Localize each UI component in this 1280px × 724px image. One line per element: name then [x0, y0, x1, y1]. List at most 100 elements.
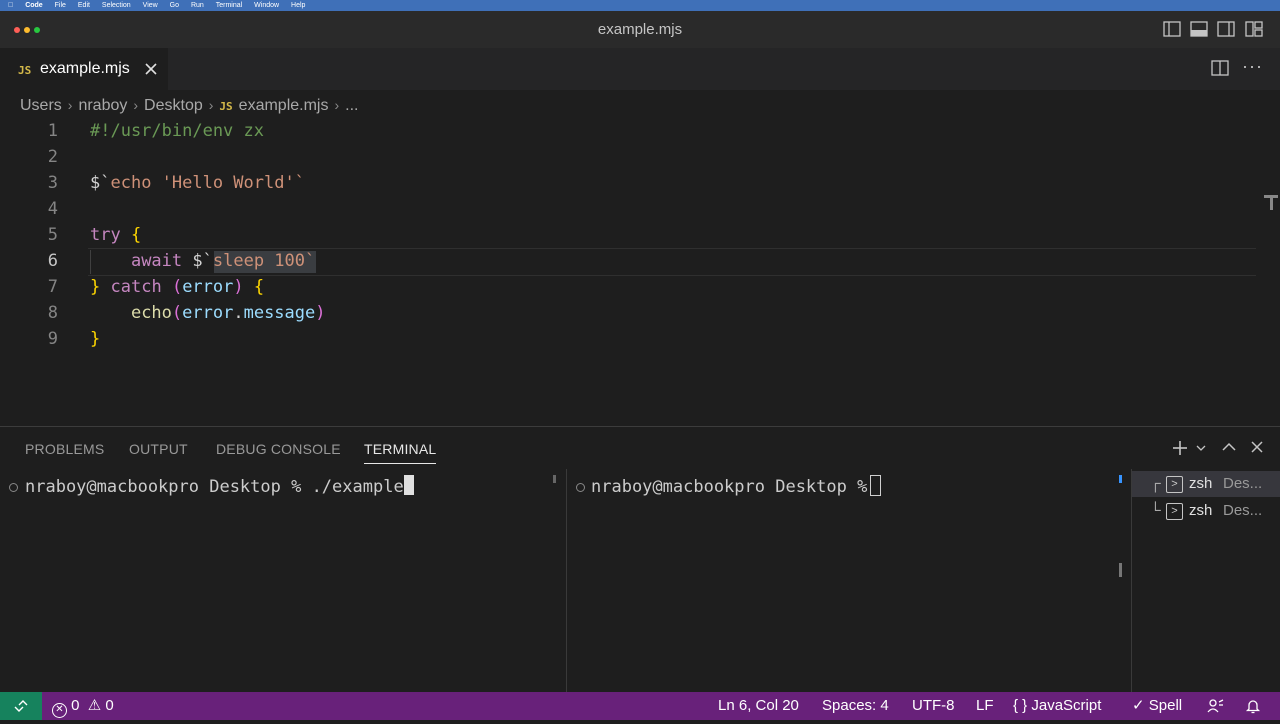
command-decoration-icon[interactable] — [576, 483, 585, 492]
line-number-active: 6 — [47, 251, 58, 271]
menu-help[interactable]: Help — [291, 2, 305, 9]
code-token: . — [233, 303, 244, 323]
shebang-comment: #!/usr/bin/env zx — [90, 121, 264, 141]
feedback-icon[interactable] — [1207, 698, 1225, 714]
code-token: } — [90, 329, 101, 349]
menu-go[interactable]: Go — [170, 2, 179, 9]
javascript-file-icon: JS — [18, 64, 32, 77]
code-token: echo — [130, 303, 172, 323]
javascript-file-icon: JS — [219, 100, 233, 113]
remote-indicator[interactable] — [0, 692, 42, 720]
close-tab-icon[interactable] — [145, 63, 157, 75]
code-token: message — [243, 303, 316, 323]
terminal-split-divider[interactable] — [566, 469, 567, 693]
new-terminal-plus-icon[interactable] — [1172, 440, 1188, 456]
menu-edit[interactable]: Edit — [78, 2, 90, 9]
terminal-name: zsh — [1189, 502, 1213, 519]
code-token: try — [90, 225, 121, 245]
title-bar: example.mjs — [0, 11, 1280, 49]
chevron-down-icon[interactable] — [1196, 445, 1206, 453]
overview-ruler-marker — [1270, 198, 1273, 210]
terminal-list-item[interactable]: └ > zsh Des... — [1132, 498, 1280, 524]
menu-selection[interactable]: Selection — [102, 2, 131, 9]
menu-app[interactable]: Code — [25, 2, 43, 9]
code-token: $` — [192, 251, 213, 271]
code-line-7: } catch (error) { — [90, 277, 264, 297]
maximize-panel-icon[interactable] — [1222, 442, 1236, 452]
menu-run[interactable]: Run — [191, 2, 204, 9]
toggle-panel-icon[interactable] — [1190, 21, 1208, 37]
code-token: echo 'Hello World' — [110, 173, 295, 193]
code-token: catch — [110, 277, 162, 297]
code-token: sleep 100 — [212, 251, 305, 271]
apple-menu[interactable]:  — [8, 2, 13, 9]
terminal-left-output[interactable]: nraboy@macbookpro Desktop % ./example. — [25, 477, 414, 497]
code-line-6: await $`sleep 100` — [90, 251, 315, 271]
more-actions-icon[interactable]: ··· — [1242, 56, 1263, 77]
remote-icon — [14, 700, 28, 712]
end-of-line[interactable]: LF — [976, 692, 994, 720]
menu-file[interactable]: File — [55, 2, 66, 9]
editor-tab[interactable]: JS example.mjs — [0, 48, 168, 91]
spell-check[interactable]: ✓ Spell — [1132, 692, 1182, 720]
code-token: ` — [305, 251, 316, 271]
error-icon: ✕ — [52, 703, 67, 718]
breadcrumb-file[interactable]: example.mjs — [239, 97, 329, 114]
terminal-right-output[interactable]: nraboy@macbookpro Desktop % — [591, 477, 878, 497]
tab-output[interactable]: OUTPUT — [129, 441, 188, 457]
close-panel-icon[interactable] — [1251, 441, 1263, 453]
line-number: 1 — [47, 121, 58, 141]
line-number: 4 — [47, 199, 58, 219]
toggle-primary-sidebar-icon[interactable] — [1163, 21, 1181, 37]
tree-branch-icon: ┌ — [1150, 475, 1161, 492]
window-title: example.mjs — [597, 21, 683, 38]
check-icon: ✓ — [1132, 697, 1145, 714]
menu-window[interactable]: Window — [254, 2, 279, 9]
breadcrumb-desktop[interactable]: Desktop — [144, 97, 203, 114]
chevron-right-icon: › — [67, 97, 73, 113]
tab-terminal[interactable]: TERMINAL — [364, 441, 436, 457]
cursor-position[interactable]: Ln 6, Col 20 — [718, 692, 799, 720]
encoding[interactable]: UTF-8 — [912, 692, 955, 720]
toggle-secondary-sidebar-icon[interactable] — [1217, 21, 1235, 37]
code-token: ` — [294, 173, 305, 193]
customize-layout-icon[interactable] — [1245, 21, 1263, 37]
menu-view[interactable]: View — [143, 2, 158, 9]
code-line-1: #!/usr/bin/env zx — [90, 121, 264, 141]
menu-terminal[interactable]: Terminal — [216, 2, 242, 9]
warning-count: 0 — [105, 697, 114, 714]
line-number: 2 — [47, 147, 58, 167]
breadcrumb-users[interactable]: Users — [20, 97, 62, 114]
split-editor-icon[interactable] — [1211, 60, 1229, 76]
code-line-3: $`echo 'Hello World'` — [90, 173, 305, 193]
code-token: $` — [90, 173, 111, 193]
breadcrumb: Users › nraboy › Desktop › JS example.mjs ›... — [20, 94, 359, 116]
command-decoration-icon[interactable] — [9, 483, 18, 492]
problems-indicator[interactable]: ✕ 0 ⚠ 0 — [52, 692, 114, 720]
indentation[interactable]: Spaces: 4 — [822, 692, 889, 720]
code-token: } — [90, 277, 101, 297]
code-line-9: } — [90, 329, 100, 349]
tab-problems[interactable]: PROBLEMS — [25, 441, 104, 457]
code-token: error — [182, 303, 234, 323]
terminal-scrollbar[interactable] — [553, 475, 556, 483]
language-mode[interactable]: { } JavaScript — [1013, 692, 1101, 720]
line-number: 8 — [47, 303, 58, 323]
bell-icon[interactable] — [1245, 698, 1261, 714]
line-number: 9 — [47, 329, 58, 349]
code-token: ) — [315, 303, 326, 323]
chevron-right-icon: › — [208, 97, 214, 113]
tab-debug-console[interactable]: DEBUG CONSOLE — [216, 441, 341, 457]
active-tab-indicator — [364, 463, 436, 464]
editor-tab-bar: JS example.mjs ··· — [0, 48, 1280, 91]
terminal-detail: Des... — [1223, 475, 1263, 492]
error-count: 0 — [71, 697, 80, 714]
terminal-icon: > — [1166, 503, 1183, 520]
panel-sash[interactable] — [1119, 563, 1122, 577]
terminal-scrollbar[interactable] — [1119, 475, 1122, 483]
tree-branch-icon: └ — [1150, 502, 1161, 519]
terminal-list-item[interactable]: ┌ > zsh Des... — [1132, 471, 1280, 497]
breadcrumb-nraboy[interactable]: nraboy — [78, 97, 127, 114]
terminal-detail: Des... — [1223, 502, 1263, 519]
breadcrumb-symbols[interactable]: ... — [345, 97, 358, 114]
